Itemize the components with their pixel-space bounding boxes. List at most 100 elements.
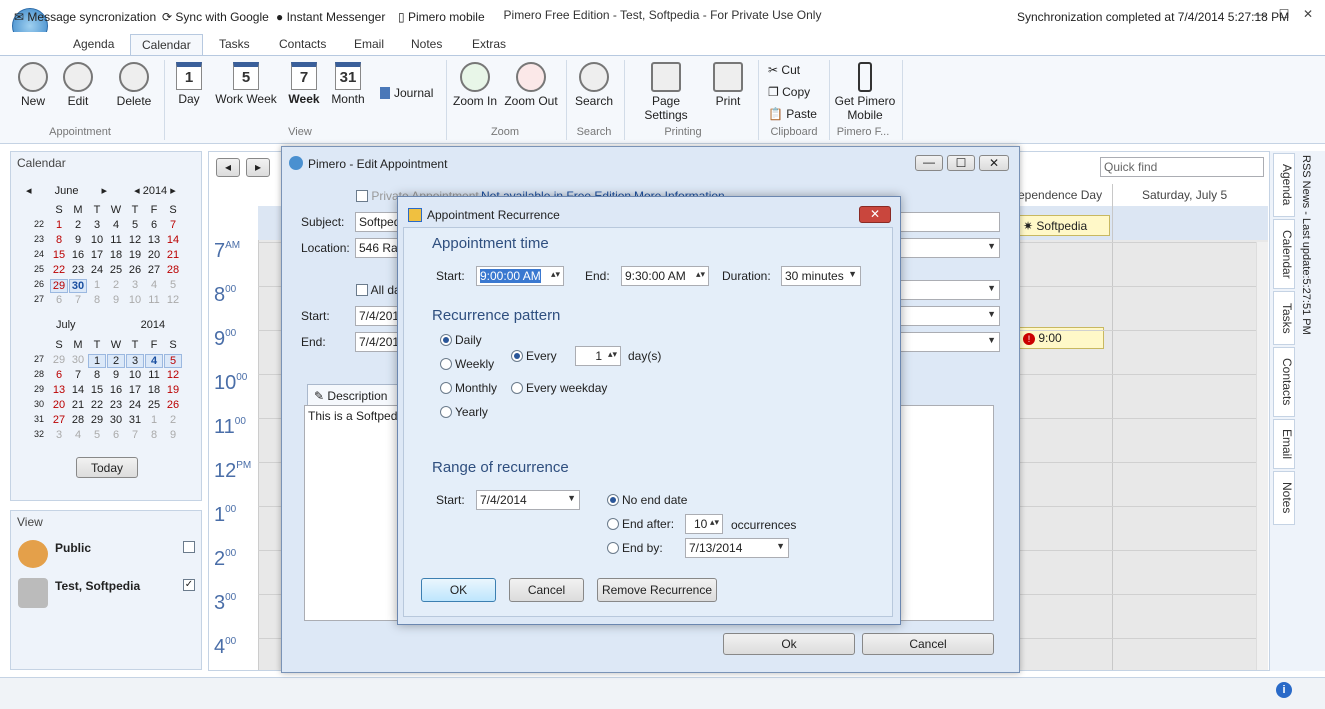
daily-radio[interactable]: Daily	[440, 333, 482, 347]
calendar-day[interactable]: 12	[164, 369, 182, 381]
calendar-day[interactable]: 10	[88, 234, 106, 246]
calendar-day[interactable]: 7	[69, 369, 87, 381]
monthly-radio[interactable]: Monthly	[440, 381, 497, 395]
recurrence-cancel-button[interactable]: Cancel	[509, 578, 584, 602]
public-checkbox[interactable]	[183, 541, 195, 553]
calendar-day[interactable]: 22	[50, 264, 68, 276]
spinner-icon[interactable]: ▴▾	[608, 349, 617, 360]
next-month-icon[interactable]: ▸	[102, 185, 108, 197]
month-button[interactable]: 31 Month	[328, 62, 368, 106]
calendar-day[interactable]: 15	[50, 249, 68, 261]
prev-year-icon[interactable]: ◂	[134, 185, 140, 197]
calendar-day[interactable]: 28	[69, 414, 87, 426]
spinner-icon[interactable]: ▴▾	[710, 517, 719, 528]
calendar-day[interactable]: 24	[126, 399, 144, 411]
rec-end-time-input[interactable]: 9:30:00 AM ▴▾	[621, 266, 709, 286]
next-year-icon[interactable]: ▸	[170, 185, 176, 197]
spinner-icon[interactable]: ▴▾	[696, 269, 705, 280]
tab-notes[interactable]: Notes	[400, 34, 453, 56]
info-icon[interactable]: i	[1276, 682, 1292, 698]
week-button[interactable]: 7 Week	[284, 62, 324, 106]
prev-period-button[interactable]: ◂	[216, 158, 240, 177]
calendar-day[interactable]: 3	[126, 279, 144, 291]
calendar-day[interactable]: 24	[88, 264, 106, 276]
calendar-day[interactable]: 9	[164, 429, 182, 441]
calendar-day[interactable]: 13	[50, 384, 68, 396]
calendar-day[interactable]: 23	[107, 399, 125, 411]
test-softpedia-checkbox[interactable]: ✓	[183, 579, 195, 591]
edit-maximize-icon[interactable]: ☐	[947, 155, 975, 171]
tab-tasks[interactable]: Tasks	[208, 34, 261, 56]
calendar-day[interactable]: 1	[88, 279, 106, 291]
calendar-day[interactable]: 14	[69, 384, 87, 396]
delete-button[interactable]: Delete	[112, 62, 156, 108]
tab-agenda[interactable]: Agenda	[62, 34, 125, 56]
side-tab-contacts[interactable]: Contacts	[1273, 347, 1295, 417]
calendar-day[interactable]: 21	[69, 399, 87, 411]
tab-email[interactable]: Email	[343, 34, 395, 56]
tab-extras[interactable]: Extras	[461, 34, 517, 56]
calendar-day[interactable]: 29	[50, 354, 68, 366]
calendar-day[interactable]: 19	[164, 384, 182, 396]
page-settings-button[interactable]: Page Settings	[630, 62, 702, 122]
june-mini-calendar[interactable]: S M T W T F S 22 1 2 3 4 5 6 7 23 8 9 10 11 12 13 14 24 15 16 17 18…	[30, 204, 190, 314]
end-after-stepper[interactable]: 10 ▴▾	[685, 514, 723, 534]
calendar-day[interactable]: 20	[50, 399, 68, 411]
calendar-day[interactable]: 28	[164, 264, 182, 276]
calendar-day[interactable]: 4	[107, 219, 125, 231]
calendar-day[interactable]: 13	[145, 234, 163, 246]
calendar-day[interactable]: 27	[145, 264, 163, 276]
edit-button[interactable]: Edit	[58, 62, 98, 108]
calendar-day[interactable]: 2	[107, 354, 125, 368]
paste-button[interactable]: 📋 Paste	[768, 107, 817, 121]
calendar-day[interactable]: 5	[164, 354, 182, 368]
calendar-day[interactable]: 21	[164, 249, 182, 261]
calendar-day[interactable]: 12	[164, 294, 182, 306]
calendar-day[interactable]: 18	[145, 384, 163, 396]
calendar-day[interactable]: 5	[164, 279, 182, 291]
july-mini-calendar[interactable]: S M T W T F S 27 29 30 1 2 3 4 5 28 6 7 8 9 10 11 12 29 13 14 15 16…	[30, 339, 190, 449]
cut-button[interactable]: ✂ Cut	[768, 63, 800, 77]
no-end-date-radio[interactable]: No end date	[607, 493, 687, 507]
side-tab-notes[interactable]: Notes	[1273, 471, 1295, 525]
get-pimero-mobile-button[interactable]: Get Pimero Mobile	[834, 62, 896, 122]
calendar-day[interactable]: 16	[107, 384, 125, 396]
all-day-checkbox[interactable]: All da	[356, 283, 401, 297]
calendar-day[interactable]: 6	[50, 294, 68, 306]
calendar-day[interactable]: 25	[107, 264, 125, 276]
calendar-day[interactable]: 1	[50, 219, 68, 231]
calendar-day[interactable]: 29	[50, 279, 68, 293]
calendar-day[interactable]: 26	[164, 399, 182, 411]
prev-month-icon[interactable]: ◂	[26, 185, 32, 197]
vertical-scrollbar[interactable]	[1256, 242, 1268, 670]
calendar-day[interactable]: 17	[88, 249, 106, 261]
calendar-day[interactable]: 7	[126, 429, 144, 441]
calendar-day[interactable]: 22	[88, 399, 106, 411]
calendar-day[interactable]: 3	[126, 354, 144, 368]
day-button[interactable]: 1 Day	[172, 62, 206, 106]
recurrence-close-button[interactable]: ✕	[859, 206, 891, 223]
quick-find-input[interactable]: Quick find	[1100, 157, 1264, 177]
remove-recurrence-button[interactable]: Remove Recurrence	[597, 578, 717, 602]
instant-messenger-button[interactable]: ● Instant Messenger	[276, 10, 385, 24]
calendar-day[interactable]: 10	[126, 294, 144, 306]
calendar-day[interactable]: 7	[164, 219, 182, 231]
side-tab-calendar[interactable]: Calendar	[1273, 219, 1295, 289]
calendar-day[interactable]: 20	[145, 249, 163, 261]
calendar-day[interactable]: 26	[126, 264, 144, 276]
calendar-day[interactable]: 30	[69, 354, 87, 366]
calendar-day[interactable]: 2	[69, 219, 87, 231]
calendar-day[interactable]: 15	[88, 384, 106, 396]
calendar-day[interactable]: 12	[126, 234, 144, 246]
calendar-day[interactable]: 11	[107, 234, 125, 246]
calendar-day[interactable]: 6	[107, 429, 125, 441]
next-period-button[interactable]: ▸	[246, 158, 270, 177]
view-item-test-softpedia[interactable]: Test, Softpedia	[55, 579, 140, 593]
calendar-day[interactable]: 30	[69, 279, 87, 293]
pimero-mobile-button[interactable]: ▯ Pimero mobile	[398, 10, 485, 24]
calendar-day[interactable]: 8	[88, 369, 106, 381]
calendar-day[interactable]: 18	[107, 249, 125, 261]
end-by-radio[interactable]: End by:	[607, 541, 663, 555]
calendar-day[interactable]: 6	[145, 219, 163, 231]
end-extra-select[interactable]: ▼	[898, 332, 1000, 352]
